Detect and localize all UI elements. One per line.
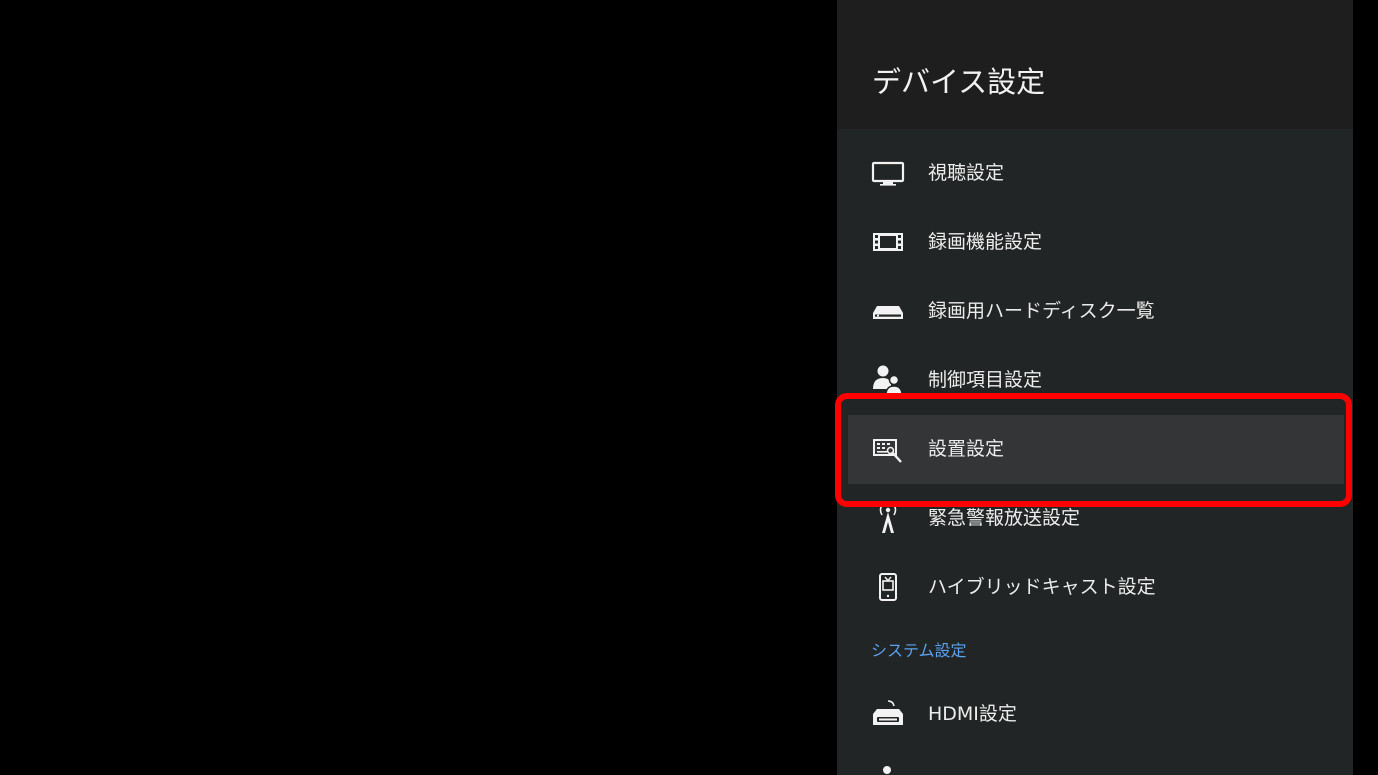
menu-item-label: 録画機能設定 bbox=[928, 231, 1043, 253]
hdmi-icon bbox=[871, 697, 905, 731]
menu-item-label: 視聴設定 bbox=[928, 162, 1005, 184]
hybridcast-icon bbox=[871, 570, 905, 604]
menu-item-hybridcast-settings[interactable]: ハイブリッドキャスト設定 bbox=[837, 553, 1353, 622]
menu-item-emergency-broadcast-settings[interactable]: 緊急警報放送設定 bbox=[837, 484, 1353, 553]
tv-monitor-icon bbox=[871, 156, 905, 190]
next-item-icon-partial bbox=[883, 766, 891, 774]
menu-item-viewing-settings[interactable]: 視聴設定 bbox=[837, 139, 1353, 208]
broadcast-antenna-icon bbox=[871, 501, 905, 535]
menu-item-label: 制御項目設定 bbox=[928, 369, 1043, 391]
device-settings-panel: デバイス設定 視聴設定 録画機能設定 録画用ハードディスク一覧 制御項目設定 設… bbox=[837, 0, 1353, 775]
menu-item-recording-settings[interactable]: 録画機能設定 bbox=[837, 208, 1353, 277]
users-icon bbox=[871, 363, 905, 397]
menu-item-label: 設置設定 bbox=[928, 438, 1005, 460]
menu-item-hdmi-settings[interactable]: HDMI設定 bbox=[837, 680, 1353, 749]
section-header-system-settings: システム設定 bbox=[871, 641, 967, 660]
hard-disk-icon bbox=[871, 294, 905, 328]
menu-item-label: HDMI設定 bbox=[928, 703, 1017, 725]
panel-title: デバイス設定 bbox=[872, 65, 1046, 99]
menu-item-label: ハイブリッドキャスト設定 bbox=[928, 576, 1156, 598]
film-strip-icon bbox=[871, 225, 905, 259]
screen: デバイス設定 視聴設定 録画機能設定 録画用ハードディスク一覧 制御項目設定 設… bbox=[0, 0, 1378, 775]
menu-item-label: 録画用ハードディスク一覧 bbox=[928, 300, 1155, 322]
menu-item-installation-settings[interactable]: 設置設定 bbox=[848, 415, 1344, 484]
menu-item-label: 緊急警報放送設定 bbox=[928, 507, 1081, 529]
menu-item-hdd-list[interactable]: 録画用ハードディスク一覧 bbox=[837, 277, 1353, 346]
panel-header: デバイス設定 bbox=[837, 0, 1353, 129]
installation-icon bbox=[871, 432, 905, 466]
menu-item-control-settings[interactable]: 制御項目設定 bbox=[837, 346, 1353, 415]
